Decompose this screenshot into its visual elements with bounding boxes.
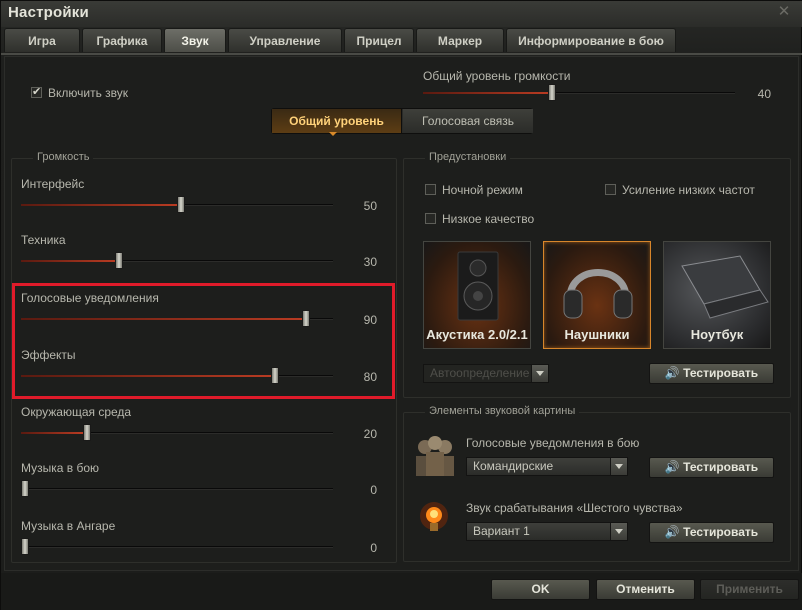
enable-sound-checkbox[interactable] <box>31 85 42 98</box>
preset-headphones-label: Наушники <box>564 327 630 342</box>
test-voice-label: Тестировать <box>683 460 759 474</box>
preset-laptop-label: Ноутбук <box>690 327 744 342</box>
sixth-sense-value: Вариант 1 <box>473 524 530 538</box>
bass-boost-checkbox[interactable] <box>605 184 616 195</box>
ok-button[interactable]: OK <box>491 579 590 600</box>
tab-underline <box>1 53 802 55</box>
laptop-icon <box>681 255 769 319</box>
test-voice-button[interactable]: 🔊 Тестировать <box>649 457 774 478</box>
active-indicator-icon <box>329 132 337 136</box>
battle-music-value: 0 <box>370 483 377 497</box>
speaker-small-icon: 🔊 <box>664 460 680 474</box>
tab-graphics[interactable]: Графика <box>82 28 162 52</box>
battle-music-slider[interactable] <box>21 480 333 497</box>
crew-icon <box>416 436 454 476</box>
highlight-box <box>12 283 395 399</box>
autodetect-value: Автоопределение <box>430 366 530 380</box>
autodetect-dropdown[interactable]: Автоопределение <box>423 364 549 383</box>
tab-voice-chat[interactable]: Голосовая связь <box>403 109 533 133</box>
chevron-down-icon <box>610 458 627 475</box>
test-sixth-sense-button[interactable]: 🔊 Тестировать <box>649 522 774 543</box>
test-sixth-sense-label: Тестировать <box>683 525 759 539</box>
settings-window: Настройки ✕ Игра Графика Звук Управление… <box>0 0 802 610</box>
enable-sound-label: Включить звук <box>48 86 129 100</box>
bass-boost-label: Усиление низких частот <box>622 183 755 197</box>
slider-knob[interactable] <box>83 424 92 441</box>
preset-headphones-card[interactable]: Наушники <box>543 241 651 349</box>
night-mode-checkbox[interactable] <box>425 184 436 195</box>
close-icon[interactable]: ✕ <box>775 3 793 21</box>
title-bar: Настройки ✕ <box>1 1 802 27</box>
hangar-music-value: 0 <box>370 541 377 555</box>
interface-value: 50 <box>363 199 377 213</box>
voice-pack-value: Командирские <box>473 459 554 473</box>
vehicles-slider[interactable] <box>21 252 333 269</box>
test-preset-button[interactable]: 🔊 Тестировать <box>649 363 774 384</box>
slider-knob[interactable] <box>177 196 185 213</box>
environment-slider[interactable] <box>21 424 333 441</box>
preset-speakers-label: Акустика 2.0/2.1 <box>426 327 528 342</box>
master-volume-value: 40 <box>757 87 771 101</box>
vehicles-value: 30 <box>363 255 377 269</box>
slider-label-interface: Интерфейс <box>21 177 85 191</box>
interface-slider[interactable] <box>21 196 333 213</box>
chevron-down-icon <box>531 365 548 382</box>
environment-value: 20 <box>363 427 377 441</box>
master-volume-slider[interactable] <box>423 84 735 101</box>
slider-knob[interactable] <box>21 538 29 555</box>
preset-laptop-card[interactable]: Ноутбук <box>663 241 771 349</box>
tab-marker[interactable]: Маркер <box>416 28 504 52</box>
volume-mode-switch: Общий уровень Голосовая связь <box>271 108 533 134</box>
presets-group-title: Предустановки <box>425 151 511 163</box>
master-volume-label: Общий уровень громкости <box>423 69 571 83</box>
slider-label-vehicles: Техника <box>21 233 66 247</box>
speaker-small-icon: 🔊 <box>664 366 680 380</box>
volume-group-title: Громкость <box>33 151 94 163</box>
slider-label-hangar-music: Музыка в Ангаре <box>21 519 116 533</box>
slider-knob[interactable] <box>21 480 29 497</box>
test-preset-label: Тестировать <box>683 366 759 380</box>
tab-general-level[interactable]: Общий уровень <box>272 109 402 133</box>
tab-sound[interactable]: Звук <box>164 28 226 52</box>
cancel-button[interactable]: Отменить <box>596 579 695 600</box>
tab-controls[interactable]: Управление <box>228 28 342 52</box>
sixth-sense-dropdown[interactable]: Вариант 1 <box>466 522 628 541</box>
tab-aim[interactable]: Прицел <box>344 28 414 52</box>
speaker-icon <box>457 251 499 321</box>
lightbulb-icon <box>420 502 448 531</box>
sound-elements-title: Элементы звуковой картины <box>425 405 580 417</box>
slider-knob[interactable] <box>114 252 123 269</box>
tab-battle-info[interactable]: Информирование в бою <box>506 28 676 52</box>
headphones-icon <box>563 269 633 319</box>
voice-notifications-battle-label: Голосовые уведомления в бою <box>466 436 640 450</box>
low-quality-label: Низкое качество <box>442 212 535 226</box>
sixth-sense-label: Звук срабатывания «Шестого чувства» <box>466 501 683 515</box>
hangar-music-slider[interactable] <box>21 538 333 555</box>
slider-label-battle-music: Музыка в бою <box>21 461 100 475</box>
low-quality-checkbox[interactable] <box>425 213 436 224</box>
slider-knob[interactable] <box>547 84 556 101</box>
tab-game[interactable]: Игра <box>4 28 80 52</box>
window-title: Настройки <box>8 4 89 21</box>
voice-pack-dropdown[interactable]: Командирские <box>466 457 628 476</box>
slider-label-environment: Окружающая среда <box>21 405 132 419</box>
preset-speakers-card[interactable]: Акустика 2.0/2.1 <box>423 241 531 349</box>
chevron-down-icon <box>610 523 627 540</box>
night-mode-label: Ночной режим <box>442 183 523 197</box>
speaker-small-icon: 🔊 <box>664 525 680 539</box>
apply-button[interactable]: Применить <box>700 579 799 600</box>
